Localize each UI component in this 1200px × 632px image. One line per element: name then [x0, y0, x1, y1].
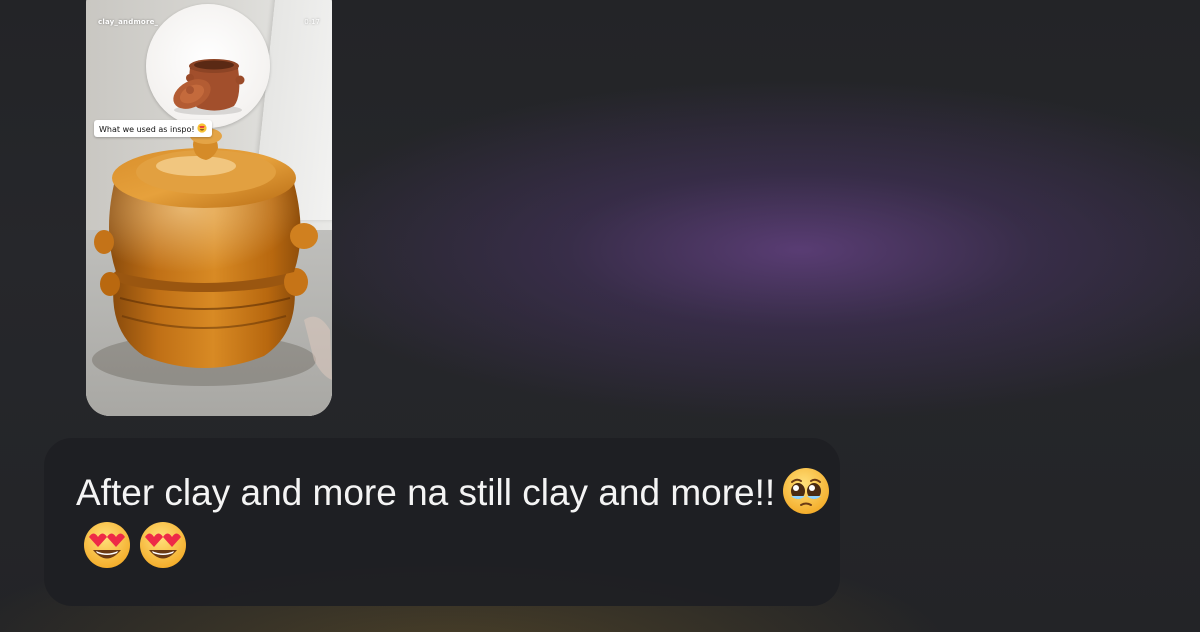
- inspo-caption-text: What we used as inspo!: [99, 125, 195, 134]
- heart-eyes-emoji-icon: [82, 520, 132, 570]
- inspo-caption-sticker: What we used as inspo!: [94, 120, 213, 137]
- inspo-pot-image: [173, 59, 245, 115]
- message-text: After clay and more na still clay and mo…: [76, 472, 776, 513]
- heart-eyes-emoji-icon: [197, 123, 207, 133]
- story-username[interactable]: clay_andmore_: [98, 18, 158, 26]
- message-text-block: After clay and more na still clay and mo…: [76, 466, 836, 574]
- chat-screen: clay_andmore_ 0:17 What we used as inspo…: [0, 0, 1200, 632]
- story-timestamp: 0:17: [304, 18, 320, 26]
- pleading-face-icon: [781, 466, 831, 516]
- heart-eyes-emoji-icon: [138, 520, 188, 570]
- inspo-image-circle: [146, 4, 270, 128]
- message-bubble[interactable]: After clay and more na still clay and mo…: [44, 438, 840, 606]
- shared-story-card[interactable]: clay_andmore_ 0:17 What we used as inspo…: [86, 0, 332, 416]
